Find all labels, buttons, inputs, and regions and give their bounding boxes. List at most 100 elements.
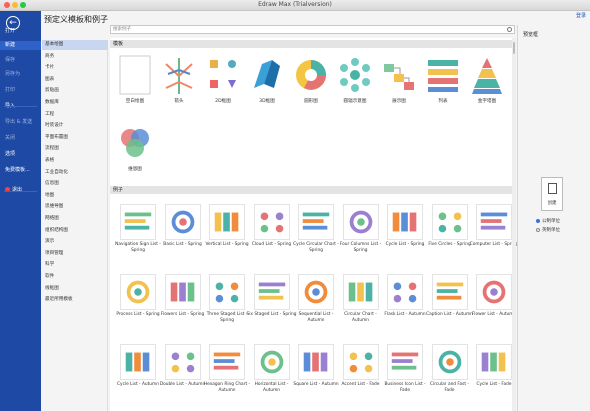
example-tile[interactable]: Flowers List - Spring [161, 274, 205, 340]
category-item[interactable]: 科学 [42, 260, 108, 270]
category-item[interactable]: 剪贴画 [42, 86, 108, 96]
template-tile[interactable]: 空白绘图 [112, 54, 158, 114]
example-tile[interactable]: Circular Chart - Autumn [339, 274, 383, 340]
example-label: Flask List - Autumn [384, 312, 426, 317]
example-tile[interactable]: Caption List - Autumn [426, 274, 473, 340]
category-item[interactable]: 组织结构图 [42, 226, 108, 236]
example-tile[interactable]: Flower List - Autumn [472, 274, 516, 340]
template-label: 列表 [438, 99, 448, 104]
example-label: Navigation Sign List - Spring [115, 242, 161, 253]
category-item[interactable]: 平面布置图 [42, 133, 108, 143]
venn-icon [121, 129, 149, 157]
nav-item-label: 退出 [12, 187, 23, 193]
example-tile[interactable]: Cycle Circular Chart - Spring [293, 204, 339, 270]
nav-item-label: 关闭 [5, 135, 16, 141]
nav-item-4[interactable]: 打印 [5, 86, 15, 93]
template-tile[interactable]: 圆形图 [288, 54, 334, 114]
category-item[interactable]: 线框图 [42, 284, 108, 294]
nav-item-7[interactable]: 关闭 [5, 134, 15, 141]
nav-item-9[interactable]: 免费模板... [5, 166, 30, 173]
example-thumbnail [164, 344, 201, 380]
nav-divider [4, 191, 37, 192]
example-thumbnail [253, 274, 290, 310]
gallery-scrollbar[interactable] [512, 38, 516, 411]
example-tile[interactable]: Basic List - Spring [161, 204, 205, 270]
template-tile[interactable]: 维恩图 [112, 122, 158, 182]
nav-item-8[interactable]: 选项 [5, 150, 15, 157]
template-tile[interactable]: 箭头 [156, 54, 202, 114]
example-thumbnail [253, 204, 290, 240]
example-thumbnail [164, 204, 201, 240]
example-tile[interactable]: Hexagon Ring Chart - Autumn [203, 344, 251, 410]
category-item[interactable]: 最近所用模板 [42, 295, 108, 305]
create-button[interactable]: 创建 [541, 177, 563, 211]
example-tile[interactable]: Cycle List - Spring [383, 204, 427, 270]
example-tile[interactable]: Four Columns List - Spring [339, 204, 383, 270]
example-tile[interactable]: Three Staged List - Spring [205, 274, 249, 340]
example-label: Business Icon List - Fade [384, 382, 426, 393]
template-tile[interactable]: 3D框图 [244, 54, 290, 114]
category-item[interactable]: 演示 [42, 237, 108, 247]
example-tile[interactable]: Business Icon List - Fade [383, 344, 427, 410]
nav-item-1[interactable]: 新建 [0, 41, 41, 50]
category-item[interactable]: 思维导图 [42, 202, 108, 212]
category-item[interactable]: 数据库 [42, 98, 108, 108]
example-tile[interactable]: Navigation Sign List - Spring [115, 204, 161, 270]
search-input[interactable]: 搜索例子 [110, 25, 515, 34]
example-tile[interactable]: Six Staged List - Spring [247, 274, 297, 340]
template-tile[interactable]: 圆辐示意图 [332, 54, 378, 114]
nav-item-0[interactable]: 打开 [5, 27, 15, 34]
example-tile[interactable]: Cloud List - Spring [250, 204, 294, 270]
example-tile[interactable]: Five Circles - Spring [428, 204, 472, 270]
login-link[interactable]: 登录 [576, 12, 586, 19]
arrows-icon [165, 58, 193, 94]
category-item[interactable]: 项目管理 [42, 249, 108, 259]
unit-option-metric[interactable]: 公制单位 [536, 218, 560, 224]
category-item[interactable]: 软件 [42, 272, 108, 282]
example-tile[interactable]: Accent List - Fade [339, 344, 383, 410]
search-icon[interactable] [507, 27, 512, 32]
category-item[interactable]: 工业自动化 [42, 168, 108, 178]
category-item[interactable]: 地图 [42, 191, 108, 201]
template-tile[interactable]: 2D框图 [200, 54, 246, 114]
example-tile[interactable]: Double List - Autumn [159, 344, 206, 410]
example-tile[interactable]: Horizontal List - Autumn [250, 344, 294, 410]
example-label: Double List - Autumn [159, 382, 206, 387]
example-label: Process List - Spring [116, 312, 160, 317]
nav-item-2[interactable]: 保存 [5, 56, 15, 63]
nav-item-label: 打印 [5, 87, 16, 93]
example-tile[interactable]: Sequential List - Autumn [294, 274, 338, 340]
template-label: 金字塔图 [477, 99, 497, 104]
example-tile[interactable]: Cycle List - Fade [472, 344, 516, 410]
example-tile[interactable]: Flask List - Autumn [383, 274, 427, 340]
nav-item-6[interactable]: 导出 & 发送 [5, 118, 32, 125]
template-tile[interactable]: 列表 [420, 54, 466, 114]
category-list: 基本绘图商务 卡片图表 剪贴画数据库工程 时装设计平面布置图 流程图表格工业自动化 信息图… [42, 40, 108, 411]
category-item[interactable]: 时装设计 [42, 121, 108, 131]
template-tile[interactable]: 展示图 [376, 54, 422, 114]
example-tile[interactable]: Cycle List - Autumn [116, 344, 160, 410]
example-label: Hexagon Ring Chart - Autumn [203, 382, 251, 393]
example-tile[interactable]: Computer List - Spring [470, 204, 518, 270]
unit-option-imperial[interactable]: 英制单位 [536, 227, 560, 233]
category-item[interactable]: 流程图 [42, 144, 108, 154]
category-item[interactable]: 网络图 [42, 214, 108, 224]
category-item[interactable]: 商务 [42, 52, 108, 62]
scrollbar-thumb[interactable] [513, 42, 515, 54]
example-tile[interactable]: Vertical List - Spring [205, 204, 249, 270]
template-tile[interactable]: 金字塔图 [464, 54, 510, 114]
category-item[interactable]: 卡片 [42, 63, 108, 73]
nav-item-3[interactable]: 另存为 [5, 70, 20, 77]
category-item[interactable]: 工程 [42, 110, 108, 120]
unit-label: 公制单位 [542, 219, 560, 224]
example-tile[interactable]: Circular and Fast - Fade [428, 344, 472, 410]
new-document-icon [548, 183, 557, 194]
category-item[interactable]: 图表 [42, 75, 108, 85]
example-thumbnail [431, 204, 468, 240]
category-item[interactable]: 基本绘图 [42, 40, 108, 50]
example-tile[interactable]: Process List - Spring [116, 274, 160, 340]
example-label: Cycle List - Spring [385, 242, 425, 247]
category-item[interactable]: 信息图 [42, 179, 108, 189]
example-tile[interactable]: Square List - Autumn [293, 344, 339, 410]
category-item[interactable]: 表格 [42, 156, 108, 166]
